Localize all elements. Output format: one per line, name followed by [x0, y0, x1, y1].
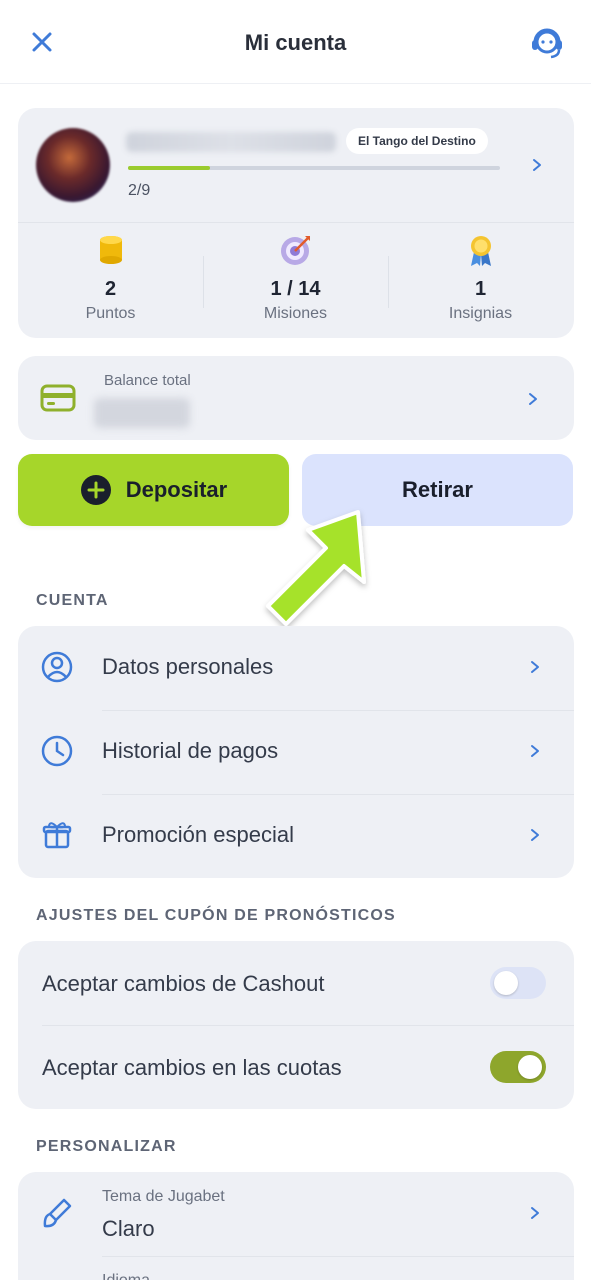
balance-value-blurred [94, 398, 190, 428]
chevron-right-icon [529, 393, 537, 405]
setting-label: Aceptar cambios de Cashout [42, 971, 325, 996]
theme-value: Claro [102, 1216, 155, 1241]
level-progress-text: 2/9 [128, 182, 151, 199]
stat-badges[interactable]: 1 Insignias [388, 232, 573, 323]
highlight-arrow-icon [266, 510, 366, 626]
level-progress-fill [128, 166, 210, 170]
paint-brush-icon [43, 1198, 72, 1228]
withdraw-label: Retirar [402, 477, 473, 502]
avatar [36, 128, 110, 202]
stat-label: Misiones [263, 305, 328, 322]
cashout-changes-toggle[interactable] [490, 967, 546, 999]
headset-support-icon[interactable] [527, 24, 567, 64]
odds-changes-toggle[interactable] [490, 1051, 546, 1083]
coupon-settings-list: Aceptar cambios de Cashout Aceptar cambi… [18, 941, 574, 1109]
chevron-right-icon [531, 1207, 539, 1219]
stat-missions[interactable]: 1 / 14 Misiones [203, 232, 388, 323]
user-circle-icon [41, 651, 73, 683]
section-title-personalize: PERSONALIZAR [36, 1138, 177, 1155]
page-title: Mi cuenta [244, 30, 347, 55]
list-item-language[interactable]: Idioma [18, 1256, 574, 1280]
coins-icon [99, 236, 122, 264]
level-progress-bar [128, 166, 500, 170]
balance-card[interactable]: Balance total [18, 356, 574, 440]
language-label: Idioma [102, 1272, 150, 1280]
chevron-right-icon [531, 829, 539, 841]
deposit-button[interactable]: Depositar [18, 454, 289, 526]
setting-label: Aceptar cambios en las cuotas [42, 1055, 342, 1080]
list-item-personal-data[interactable]: Datos personales [18, 626, 574, 710]
profile-card[interactable]: El Tango del Destino 2/9 2 Puntos 1 / 14… [18, 108, 574, 338]
list-item-payment-history[interactable]: Historial de pagos [18, 710, 574, 794]
section-title-coupon-settings: AJUSTES DEL CUPÓN DE PRONÓSTICOS [36, 907, 396, 924]
personalize-list: Tema de Jugabet Claro Idioma [18, 1172, 574, 1280]
divider [18, 222, 574, 223]
credit-card-icon [40, 384, 76, 412]
stat-value: 2 [104, 278, 117, 300]
list-item-label: Promoción especial [102, 822, 294, 847]
stat-label: Puntos [85, 305, 136, 322]
stat-value: 1 / 14 [270, 278, 321, 300]
stat-points[interactable]: 2 Puntos [18, 232, 203, 323]
section-title-account: CUENTA [36, 592, 109, 609]
list-item-special-promotion[interactable]: Promoción especial [18, 794, 574, 878]
stat-value: 1 [474, 278, 487, 300]
deposit-label: Depositar [125, 477, 228, 502]
gift-icon [42, 822, 72, 849]
list-item-label: Datos personales [102, 654, 274, 679]
theme-label: Tema de Jugabet [102, 1188, 225, 1205]
stat-label: Insignias [448, 305, 513, 322]
level-badge: El Tango del Destino [346, 128, 488, 154]
balance-label: Balance total [104, 372, 191, 389]
medal-icon [470, 236, 491, 266]
chevron-right-icon [533, 159, 541, 171]
setting-accept-cashout-changes: Aceptar cambios de Cashout [18, 941, 574, 1025]
list-item-theme[interactable]: Tema de Jugabet Claro [18, 1172, 574, 1256]
plus-circle-icon [80, 475, 111, 505]
account-list: Datos personales Historial de pagos Prom… [18, 626, 574, 878]
clock-icon [41, 735, 73, 767]
target-icon [280, 236, 310, 265]
chevron-right-icon [531, 745, 539, 757]
username-blurred [126, 132, 336, 152]
chevron-right-icon [531, 661, 539, 673]
setting-accept-odds-changes: Aceptar cambios en las cuotas [18, 1025, 574, 1109]
list-item-label: Historial de pagos [102, 738, 279, 763]
top-bar: Mi cuenta [0, 0, 591, 84]
